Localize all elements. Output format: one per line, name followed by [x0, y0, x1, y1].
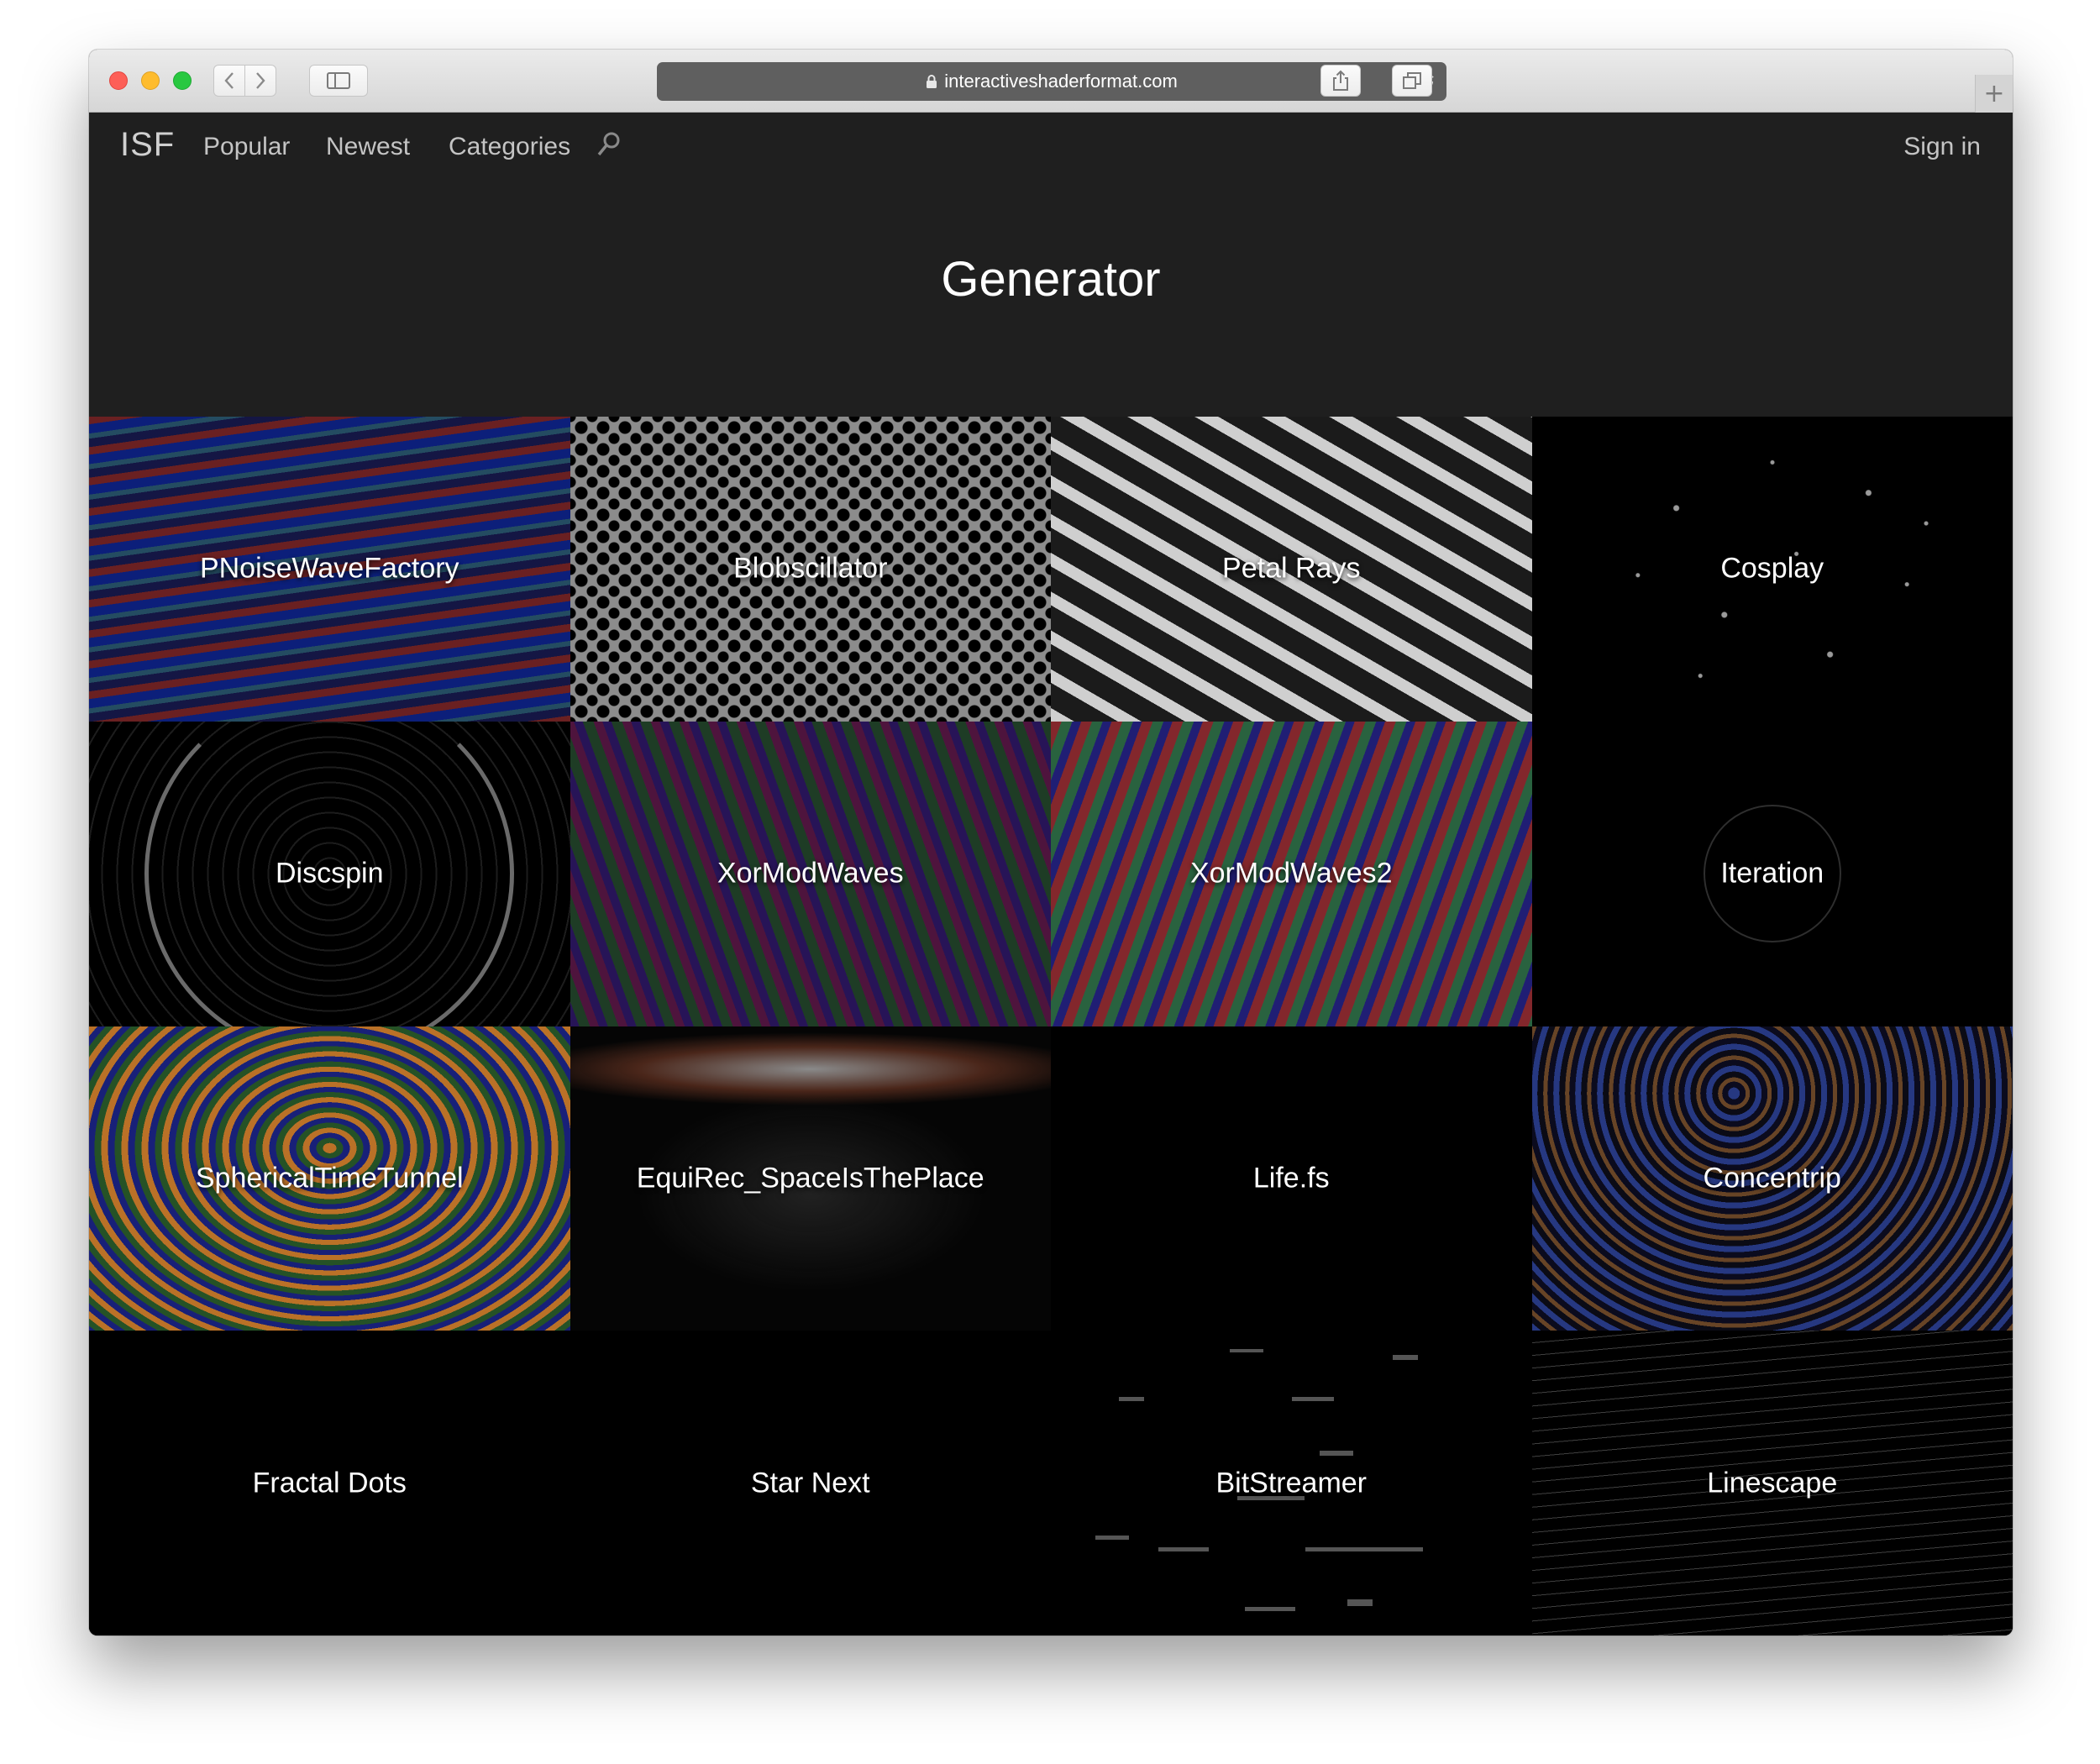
back-button[interactable]	[213, 65, 245, 97]
site-navbar: ISF Popular Newest Categories Sign in	[89, 113, 2013, 184]
shader-tile[interactable]: EquiRec_SpaceIsThePlace	[570, 1026, 1051, 1331]
shader-name: Fractal Dots	[252, 1467, 407, 1499]
close-window-button[interactable]	[109, 71, 128, 90]
shader-name: Iteration	[1720, 857, 1824, 890]
shader-tile[interactable]: Discspin	[89, 721, 570, 1026]
shader-name: Blobscillator	[733, 552, 888, 585]
shader-name: Star Next	[750, 1467, 870, 1499]
shader-name: SphericalTimeTunnel	[195, 1162, 464, 1194]
shader-name: PNoiseWaveFactory	[199, 552, 459, 585]
chevron-right-icon	[256, 72, 265, 89]
shader-tile[interactable]: XorModWaves	[570, 721, 1051, 1026]
page-title: Generator	[941, 252, 1161, 307]
shader-tile[interactable]: XorModWaves2	[1051, 721, 1532, 1026]
shader-tile[interactable]: Star Next	[570, 1331, 1051, 1635]
tabs-overview-button[interactable]	[1392, 65, 1432, 97]
site-logo[interactable]: ISF	[120, 126, 175, 164]
sign-in-link[interactable]: Sign in	[1903, 133, 1981, 161]
chevron-left-icon	[224, 72, 234, 89]
shader-name: Cosplay	[1720, 552, 1824, 585]
shader-tile[interactable]: Fractal Dots	[89, 1331, 570, 1635]
search-icon[interactable]	[596, 131, 622, 162]
shader-name: EquiRec_SpaceIsThePlace	[636, 1162, 984, 1194]
shader-tile[interactable]: Linescape	[1531, 1331, 2013, 1635]
plus-icon: +	[1983, 79, 2005, 108]
shader-tile[interactable]: Cosplay	[1531, 417, 2013, 722]
page-header: Generator	[89, 184, 2013, 417]
nav-link-newest[interactable]: Newest	[326, 133, 410, 161]
sidebar-icon	[327, 72, 350, 89]
shader-tile[interactable]: Concentrip	[1531, 1026, 2013, 1331]
url-text: interactiveshaderformat.com	[944, 71, 1178, 92]
share-icon	[1333, 70, 1348, 91]
browser-toolbar: interactiveshaderformat.com +	[89, 50, 2013, 113]
shader-tile[interactable]: PNoiseWaveFactory	[89, 417, 570, 722]
tabs-icon	[1403, 72, 1421, 89]
shader-name: BitStreamer	[1215, 1467, 1368, 1499]
new-tab-button[interactable]: +	[1975, 75, 2013, 113]
lock-icon	[926, 74, 937, 89]
nav-link-categories[interactable]: Categories	[449, 133, 570, 161]
browser-window: interactiveshaderformat.com + ISF Popula…	[89, 50, 2013, 1635]
zoom-window-button[interactable]	[173, 71, 192, 90]
shader-tile[interactable]: SphericalTimeTunnel	[89, 1026, 570, 1331]
shader-name: XorModWaves	[717, 857, 904, 890]
shader-grid: PNoiseWaveFactory Blobscillator Petal Ra…	[89, 417, 2013, 1635]
shader-tile[interactable]: BitStreamer	[1051, 1331, 1532, 1635]
shader-name: Discspin	[276, 857, 384, 890]
shader-name: XorModWaves2	[1189, 857, 1393, 890]
shader-name: Linescape	[1707, 1467, 1838, 1499]
shader-tile[interactable]: Petal Rays	[1051, 417, 1532, 722]
shader-tile[interactable]: Life.fs	[1051, 1026, 1532, 1331]
shader-name: Concentrip	[1703, 1162, 1841, 1194]
share-button[interactable]	[1320, 65, 1361, 97]
nav-link-popular[interactable]: Popular	[203, 133, 290, 161]
shader-name: Life.fs	[1252, 1162, 1330, 1194]
minimize-window-button[interactable]	[141, 71, 160, 90]
forward-button[interactable]	[244, 65, 276, 97]
shader-tile[interactable]: Iteration	[1531, 721, 2013, 1026]
shader-tile[interactable]: Blobscillator	[570, 417, 1051, 722]
shader-name: Petal Rays	[1222, 552, 1361, 585]
sidebar-toggle-button[interactable]	[309, 65, 368, 97]
